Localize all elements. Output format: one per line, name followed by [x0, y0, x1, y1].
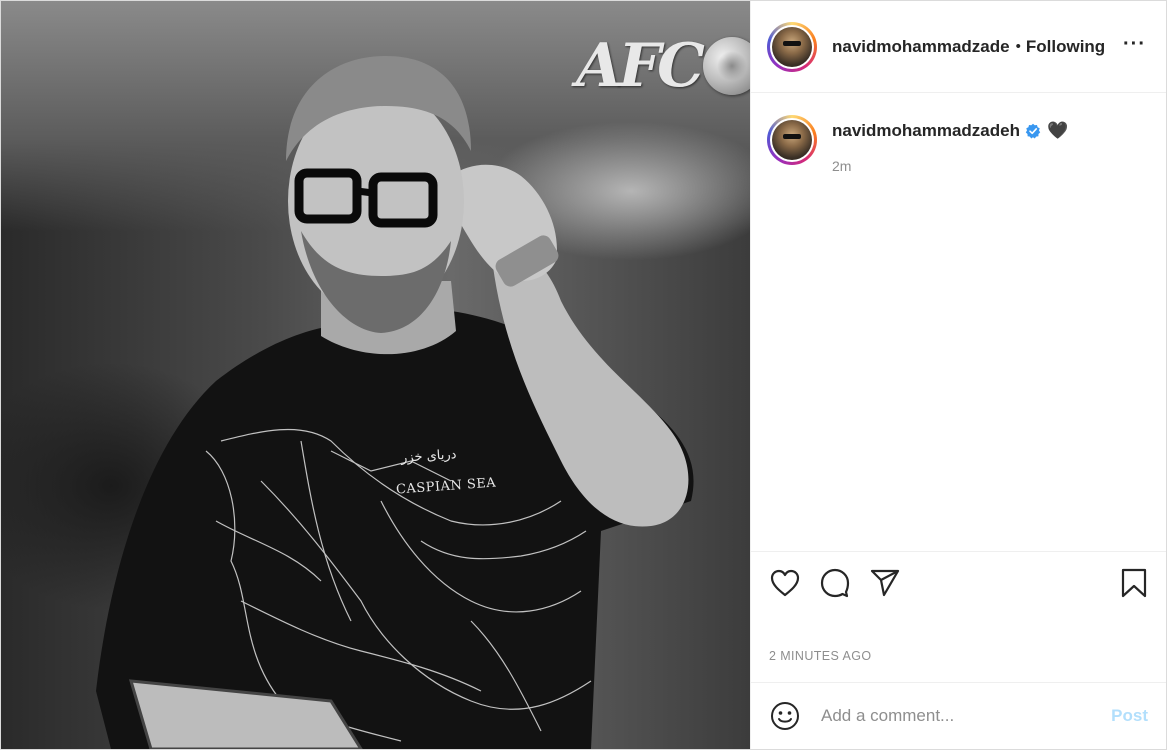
smiley-icon	[771, 702, 799, 730]
caption-username[interactable]: navidmohammadzadeh	[832, 121, 1020, 141]
post-timestamp[interactable]: 2 MINUTES AGO	[751, 642, 1166, 683]
bookmark-icon	[1121, 568, 1147, 598]
header-avatar[interactable]	[767, 21, 817, 72]
post-side-panel: navidmohammadzade • Following ··· navidm…	[750, 1, 1166, 749]
avatar-border	[770, 118, 814, 162]
avatar-image	[772, 120, 812, 160]
share-button[interactable]	[869, 567, 901, 599]
afc-logo-text: AFC	[576, 31, 705, 101]
football-icon	[702, 37, 750, 95]
following-button[interactable]: Following	[1026, 37, 1105, 57]
comment-box: Post	[751, 683, 1166, 749]
comments-area[interactable]: navidmohammadzadeh 🖤 2m	[751, 93, 1166, 552]
instagram-post: AFC دریای خزر CASPIAN SEA navidmohammadz…	[0, 0, 1167, 750]
verified-badge-icon	[1025, 123, 1041, 139]
caption-timestamp[interactable]: 2m	[832, 158, 1068, 174]
share-icon	[870, 569, 900, 597]
action-bar	[751, 552, 1166, 614]
caption-text: 🖤	[1047, 121, 1069, 140]
caption-avatar[interactable]	[767, 115, 817, 165]
caption-body: navidmohammadzadeh 🖤 2m	[832, 115, 1068, 174]
afc-logo: AFC	[576, 31, 750, 101]
avatar-border	[770, 24, 814, 69]
comment-input[interactable]	[819, 705, 1112, 727]
post-comment-button[interactable]: Post	[1111, 706, 1148, 726]
likes-area	[751, 614, 1166, 642]
save-button[interactable]	[1118, 567, 1150, 599]
caption: navidmohammadzadeh 🖤 2m	[767, 115, 1150, 174]
avatar-image	[772, 26, 812, 67]
emoji-button[interactable]	[769, 700, 801, 732]
caption-line: navidmohammadzadeh 🖤	[832, 121, 1068, 141]
header-username[interactable]: navidmohammadzade	[832, 37, 1010, 57]
more-options-icon[interactable]: ···	[1123, 34, 1146, 60]
post-header: navidmohammadzade • Following ···	[751, 1, 1166, 93]
comment-icon	[820, 568, 850, 598]
post-photo[interactable]: AFC دریای خزر CASPIAN SEA	[1, 1, 750, 749]
person-figure	[96, 56, 694, 749]
header-separator: •	[1015, 38, 1021, 55]
comment-button[interactable]	[819, 567, 851, 599]
like-button[interactable]	[769, 567, 801, 599]
heart-icon	[770, 569, 800, 597]
